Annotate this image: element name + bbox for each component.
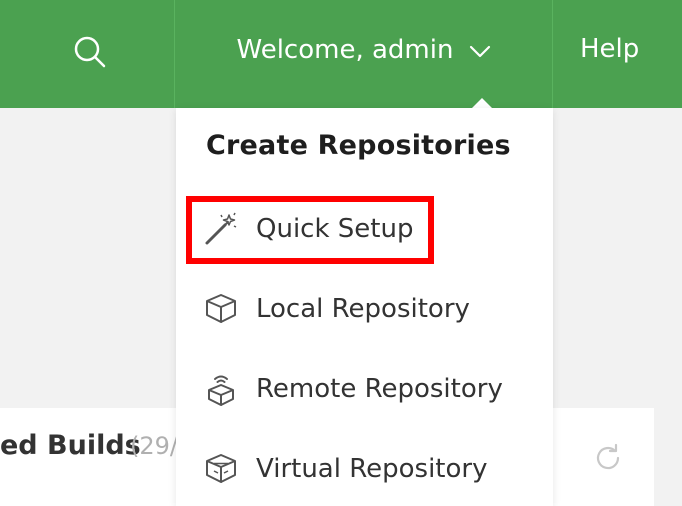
dropdown-caret <box>472 98 492 108</box>
menu-item-label: Virtual Repository <box>256 454 488 484</box>
refresh-icon <box>596 443 620 470</box>
help-link[interactable]: Help <box>580 24 639 74</box>
remote-box-icon <box>200 368 242 410</box>
create-repositories-menu: Create Repositories Quick Setup Local Re… <box>176 108 553 506</box>
menu-item-local-repository[interactable]: Local Repository <box>200 281 530 337</box>
search-icon <box>74 36 106 68</box>
menu-item-label: Local Repository <box>256 294 470 324</box>
menu-title: Create Repositories <box>206 130 511 161</box>
nav-divider <box>174 0 175 108</box>
magic-wand-icon <box>200 208 242 250</box>
user-menu-toggle[interactable]: Welcome, admin <box>176 0 552 100</box>
menu-item-label: Remote Repository <box>256 374 503 404</box>
search-button[interactable] <box>60 22 120 82</box>
box-icon <box>200 288 242 330</box>
menu-item-remote-repository[interactable]: Remote Repository <box>200 361 530 417</box>
refresh-button[interactable] <box>590 440 626 476</box>
menu-item-label: Quick Setup <box>256 214 414 244</box>
virtual-box-icon <box>200 448 242 490</box>
welcome-label: Welcome, admin <box>236 35 454 65</box>
menu-item-quick-setup[interactable]: Quick Setup <box>200 201 530 257</box>
card-title: ed Builds <box>0 430 141 461</box>
chevron-down-icon <box>469 45 491 59</box>
card-count: (29/ <box>130 432 178 460</box>
nav-divider <box>552 0 553 108</box>
menu-item-virtual-repository[interactable]: Virtual Repository <box>200 441 530 497</box>
